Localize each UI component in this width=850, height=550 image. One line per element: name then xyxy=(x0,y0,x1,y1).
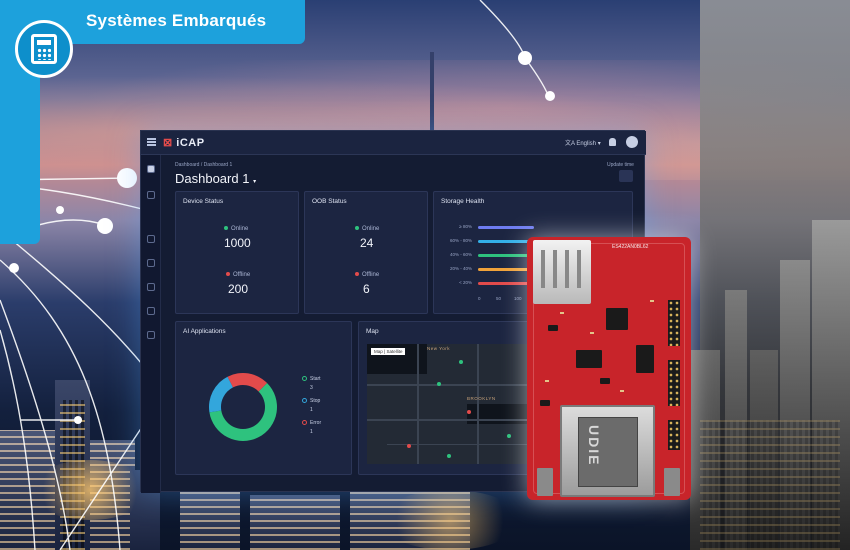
board-silkscreen: ES422AN0BL62 xyxy=(612,244,649,250)
map-pin[interactable] xyxy=(507,434,511,438)
card-title: Storage Health xyxy=(441,198,485,205)
online-label: Online xyxy=(355,226,379,232)
board-chip xyxy=(606,308,628,330)
tab-satellite[interactable]: Satellite xyxy=(386,349,402,354)
page-title[interactable]: Dashboard 1 ▾ xyxy=(175,171,256,186)
side-nav xyxy=(141,155,161,493)
card-title: Device Status xyxy=(183,198,224,205)
axis-tick: 50 xyxy=(496,296,502,301)
map-pin[interactable] xyxy=(437,382,441,386)
map-pin[interactable] xyxy=(467,410,471,414)
legend-value: 1 xyxy=(310,407,313,413)
language-label: English xyxy=(576,141,597,147)
language-select[interactable]: 文A English ▾ xyxy=(565,138,601,147)
board-chip xyxy=(576,350,602,368)
device-status-card: Device Status Online 1000 Offline 200 xyxy=(175,191,299,314)
map-pin[interactable] xyxy=(407,444,411,448)
ethernet-port: UDIE xyxy=(560,405,655,497)
offline-count: 6 xyxy=(363,282,370,296)
legend-item-stop: Stop xyxy=(302,398,320,404)
tv-tower xyxy=(430,52,434,132)
category-title: Systèmes Embarqués xyxy=(86,11,267,30)
board-connector xyxy=(664,468,680,496)
storage-row: ≥ 80% xyxy=(444,224,624,232)
storage-bar xyxy=(478,226,534,229)
pin-header xyxy=(668,300,680,346)
port-label: UDIE xyxy=(586,425,602,467)
pin-header xyxy=(668,420,680,450)
donut-slice-stop[interactable] xyxy=(209,376,234,413)
sidebar-item-history[interactable] xyxy=(147,307,155,315)
usb-port xyxy=(533,240,591,304)
sidebar-item-download[interactable] xyxy=(147,259,155,267)
calculator-icon xyxy=(15,20,73,78)
translate-icon: 文A xyxy=(565,141,577,147)
app-name: iCAP xyxy=(176,137,205,149)
oob-status-card: OOB Status Online 24 Offline 6 xyxy=(304,191,428,314)
legend-item-error: Error xyxy=(302,420,321,426)
card-title: AI Applications xyxy=(183,328,226,335)
online-count: 24 xyxy=(360,236,374,250)
board-chip xyxy=(600,378,610,384)
sidebar-item-settings[interactable] xyxy=(147,331,155,339)
card-title: OOB Status xyxy=(312,198,347,205)
breadcrumb[interactable]: Dashboard / Dashboard 1 xyxy=(175,162,232,168)
tab-map[interactable]: Map xyxy=(374,349,383,354)
map-label-city: New York xyxy=(427,346,451,351)
ai-applications-card: AI Applications Start 3 Stop 1 Error 1 xyxy=(175,321,352,475)
sidebar-item-users[interactable] xyxy=(147,235,155,243)
board-chip xyxy=(636,345,654,373)
sidebar-item-devices[interactable] xyxy=(147,191,155,199)
map-label-area: BROOKLYN xyxy=(467,396,496,401)
online-count: 1000 xyxy=(224,236,251,250)
pin-header xyxy=(668,360,680,406)
menu-icon[interactable] xyxy=(147,138,156,146)
donut-slice-error[interactable] xyxy=(227,373,268,392)
legend-value: 3 xyxy=(310,385,313,391)
ai-applications-donut xyxy=(209,373,277,441)
card-title: Map xyxy=(366,328,379,335)
avatar[interactable] xyxy=(626,136,638,148)
edit-button[interactable] xyxy=(619,170,633,182)
board-connector xyxy=(537,468,553,496)
sidebar-item-events[interactable] xyxy=(147,283,155,291)
map-pin[interactable] xyxy=(459,360,463,364)
online-label: Online xyxy=(224,226,248,232)
board-chip xyxy=(540,400,550,406)
axis-tick: 0 xyxy=(478,296,481,301)
board-chip xyxy=(548,325,558,331)
map-view[interactable]: Map | Satellite New York BROOKLYN xyxy=(367,344,547,464)
legend-item-start: Start xyxy=(302,376,321,382)
offline-count: 200 xyxy=(228,282,249,296)
map-type-tabs[interactable]: Map | Satellite xyxy=(371,348,406,355)
top-bar: ⊠ iCAP 文A English ▾ xyxy=(141,131,646,155)
legend-value: 1 xyxy=(310,429,313,435)
offline-label: Offline xyxy=(226,272,250,278)
bell-icon[interactable] xyxy=(609,138,616,146)
axis-tick: 100 xyxy=(514,296,522,301)
update-time-label: Update time xyxy=(607,162,634,168)
map-pin[interactable] xyxy=(447,454,451,458)
app-logo[interactable]: ⊠ iCAP xyxy=(163,136,205,149)
sidebar-item-dashboard[interactable] xyxy=(147,165,155,173)
chevron-down-icon: ▾ xyxy=(597,141,601,147)
logo-mark-icon: ⊠ xyxy=(163,137,173,149)
hero-banner: ⊠ iCAP 文A English ▾ Dashboard / Dashboar… xyxy=(0,0,850,550)
offline-label: Offline xyxy=(355,272,379,278)
